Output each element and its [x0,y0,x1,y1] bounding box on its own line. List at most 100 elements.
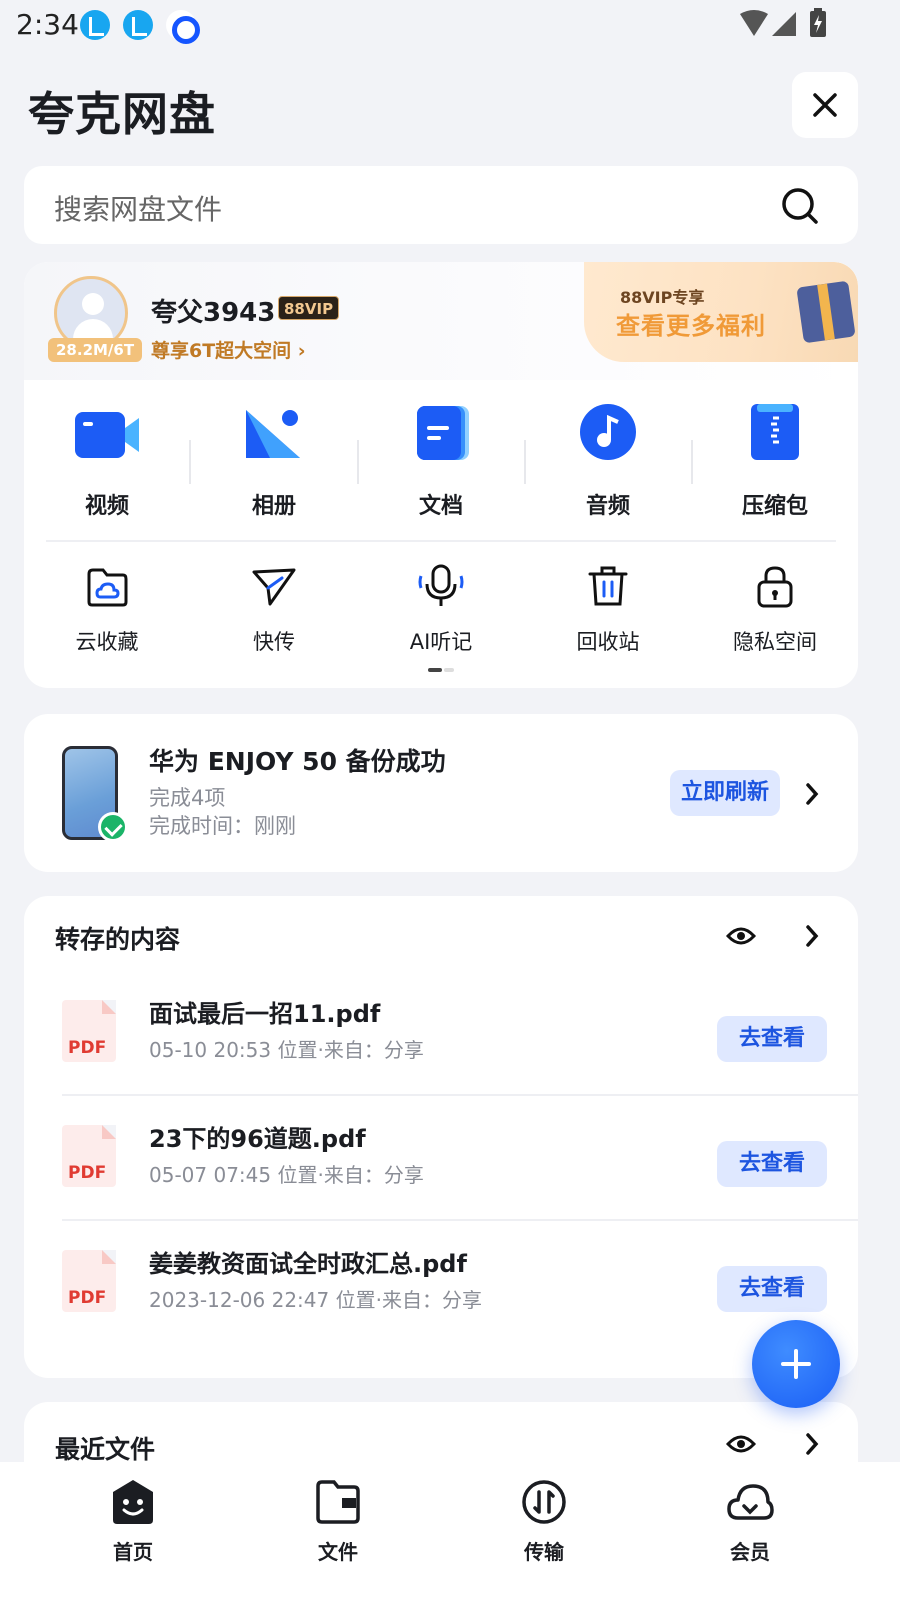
divider [46,540,836,542]
nav-transfer[interactable]: 传输 [484,1478,604,1565]
tool-ai-notes[interactable]: AI听记 [371,562,511,656]
eye-icon[interactable] [726,924,756,948]
gift-box-icon [796,280,856,344]
category-label: 音频 [585,494,630,519]
category-document[interactable]: 文档 [371,402,511,520]
saved-content-section: 转存的内容 PDF 面试最后一招11.pdf 05-10 20:53 位置·来自… [24,896,858,1378]
cell-signal-icon [772,12,796,36]
section-title: 转存的内容 [55,925,181,954]
backup-items: 完成4项 [149,786,226,810]
promo-line2: 查看更多福利 [616,312,766,340]
file-name: 面试最后一招11.pdf [149,1000,381,1028]
close-icon [813,93,837,117]
nav-member[interactable]: 会员 [690,1478,810,1565]
status-time: 2:34 [16,8,79,41]
category-label: 相册 [251,494,296,519]
tool-cloud-bookmark[interactable]: 云收藏 [37,562,177,656]
trash-icon [588,566,628,606]
tool-label: 云收藏 [75,630,139,654]
file-type: PDF [68,1288,107,1308]
divider [189,440,191,484]
microphone-icon [418,564,464,606]
page-indicator [428,668,454,672]
lock-icon [757,566,793,608]
category-video[interactable]: 视频 [37,402,177,520]
chevron-right-icon[interactable] [804,1432,820,1456]
status-bar: 2:34 [0,0,900,52]
search-icon[interactable] [780,186,820,226]
download-icon [123,10,153,40]
chevron-right-icon[interactable] [804,782,820,806]
member-cloud-icon [727,1484,774,1520]
tool-quick-send[interactable]: 快传 [204,562,344,656]
close-button[interactable] [792,72,858,138]
divider [62,1094,858,1096]
category-zip[interactable]: 压缩包 [705,402,845,520]
zip-icon [751,404,799,460]
tool-label: 隐私空间 [733,630,817,654]
search-placeholder: 搜索网盘文件 [54,193,223,226]
add-button[interactable] [752,1320,840,1408]
nickname[interactable]: 夸父3943 [151,292,275,329]
view-button[interactable]: 去查看 [717,1266,827,1312]
view-button[interactable]: 去查看 [717,1016,827,1062]
file-type: PDF [68,1038,107,1058]
promo-line1: 88VIP专享 [620,288,705,307]
file-row[interactable]: PDF 23下的96道题.pdf 05-07 07:45 位置·来自：分享 去查… [24,1103,858,1228]
send-icon [252,568,296,606]
view-button[interactable]: 去查看 [717,1141,827,1187]
eye-icon[interactable] [726,1432,756,1456]
vip-badge: 88VIP [278,296,340,320]
chevron-right-icon: › [291,340,306,362]
category-audio[interactable]: 音频 [538,402,678,520]
tool-label: 回收站 [576,630,640,654]
nav-files[interactable]: 文件 [278,1478,398,1565]
nav-label: 传输 [524,1540,564,1564]
nav-label: 首页 [113,1540,153,1564]
section-title: 最近文件 [55,1435,156,1464]
divider [691,440,693,484]
upgrade-link[interactable]: 尊享6T超大空间 › [151,336,306,363]
pdf-file-icon: PDF [62,1125,116,1187]
category-label: 文档 [418,494,463,519]
page-title: 夸克网盘 [28,87,216,141]
file-name: 23下的96道题.pdf [149,1125,366,1153]
transfer-icon [522,1480,566,1524]
pdf-file-icon: PDF [62,1250,116,1312]
divider [357,440,359,484]
search-bar[interactable]: 搜索网盘文件 [24,166,858,244]
wifi-icon [740,10,796,36]
nav-label: 文件 [318,1540,358,1564]
pdf-file-icon: PDF [62,1000,116,1062]
app-ring-icon [166,10,200,44]
file-name: 姜姜教资面试全时政汇总.pdf [149,1250,467,1278]
nav-home[interactable]: 首页 [73,1478,193,1565]
chevron-right-icon[interactable] [804,924,820,948]
storage-badge: 28.2M/6T [48,338,143,362]
tool-label: 快传 [253,630,295,654]
file-type: PDF [68,1163,107,1183]
category-label: 视频 [84,494,129,519]
vip-promo-banner[interactable]: 88VIP专享 查看更多福利 [584,262,858,362]
download-icon [80,10,110,40]
refresh-button[interactable]: 立即刷新 [670,770,780,816]
file-row[interactable]: PDF 姜姜教资面试全时政汇总.pdf 2023-12-06 22:47 位置·… [24,1228,858,1353]
category-album[interactable]: 相册 [204,402,344,520]
file-row[interactable]: PDF 面试最后一招11.pdf 05-10 20:53 位置·来自：分享 去查… [24,978,858,1103]
tool-row: 云收藏 快传 AI听记 回收站 隐私空间 [24,562,858,662]
file-meta: 05-10 20:53 位置·来自：分享 [149,1038,424,1062]
backup-status-card[interactable]: 华为 ENJOY 50 备份成功 完成4项 完成时间：刚刚 立即刷新 [24,714,858,872]
home-icon [113,1480,153,1524]
backup-time: 完成时间：刚刚 [149,814,296,838]
tool-private-space[interactable]: 隐私空间 [705,562,845,656]
file-meta: 2023-12-06 22:47 位置·来自：分享 [149,1288,482,1312]
divider [524,440,526,484]
nav-label: 会员 [730,1540,770,1564]
folder-icon [316,1480,360,1524]
profile-card: 28.2M/6T 夸父3943 88VIP 尊享6T超大空间 › 88VIP专享… [24,262,858,688]
backup-title: 华为 ENJOY 50 备份成功 [149,747,446,776]
music-icon [580,404,636,460]
tool-recycle-bin[interactable]: 回收站 [538,562,678,656]
category-label: 压缩包 [741,494,808,519]
success-check-icon [98,812,128,842]
